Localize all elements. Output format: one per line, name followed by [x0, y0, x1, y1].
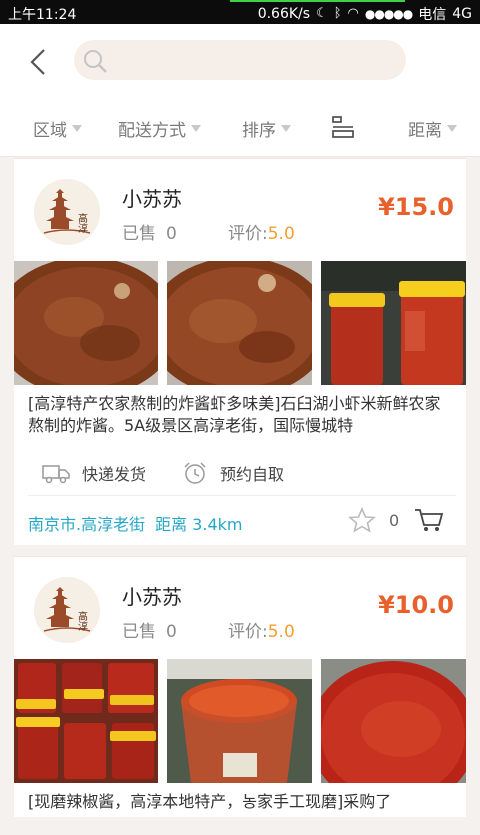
status-time: 上午11:24: [8, 7, 77, 23]
filter-sort-label: 排序: [242, 121, 276, 141]
shrimp-sauce-photo: [14, 261, 158, 385]
delivery-label: 快递发货: [82, 465, 147, 484]
sold-value: 0: [166, 622, 177, 642]
sold-count: 已售 0: [122, 219, 177, 244]
sold-value: 0: [166, 224, 177, 244]
caret-down-icon: [281, 125, 291, 132]
logo-text: 高淳: [76, 610, 88, 631]
rating-label: 评价:: [228, 224, 268, 244]
divider: [28, 495, 456, 496]
network-speed: 0.66K/s: [257, 6, 311, 22]
truck-icon: [42, 465, 70, 484]
product-photo[interactable]: [167, 659, 312, 783]
sold-count: 已售 0: [122, 617, 177, 642]
search-input[interactable]: [118, 46, 392, 76]
rating-label: 评价:: [228, 622, 268, 642]
page-load-progress: [230, 0, 405, 2]
add-to-cart-button[interactable]: [414, 507, 444, 537]
shop-name: 小苏苏: [122, 187, 182, 211]
rating-value: 5.0: [267, 622, 295, 642]
filter-bar: 区域 配送方式 排序 距离: [0, 100, 480, 157]
price: ¥10.0: [378, 591, 454, 619]
pickup-option: 预约自取: [182, 461, 284, 485]
rating: 评价:5.0: [228, 219, 295, 244]
favorite-count: 0: [389, 511, 400, 530]
alarm-clock-icon: [184, 462, 206, 484]
product-description: [高淳特产农家熬制的炸酱虾多味美]石臼湖小虾米新鲜农家熬制的炸酱。5A级景区高淳…: [28, 394, 441, 435]
rating: 评价:5.0: [228, 617, 295, 642]
sold-label: 已售: [122, 224, 156, 244]
list-view-icon: [332, 116, 354, 138]
chili-paste-photo: [321, 659, 466, 783]
product-photo[interactable]: [14, 659, 158, 783]
search-icon: [84, 50, 107, 73]
carrier-name: 电信: [418, 7, 447, 23]
pagoda-logo-icon: 高淳: [35, 578, 99, 642]
product-photo[interactable]: [14, 261, 158, 385]
caret-down-icon: [72, 125, 82, 132]
bluetooth-icon: ᛒ: [333, 6, 342, 21]
shop-name: 小苏苏: [122, 585, 182, 609]
filter-region[interactable]: 区域: [33, 116, 82, 141]
shop-logo: 高淳: [34, 577, 100, 643]
layout-toggle-button[interactable]: [332, 115, 354, 143]
product-photo[interactable]: [321, 659, 466, 783]
price: ¥15.0: [378, 193, 454, 221]
filter-distance-label: 距离: [408, 121, 442, 141]
network-type: 4G: [452, 6, 472, 22]
chili-tub-photo: [167, 659, 312, 783]
pickup-label: 预约自取: [220, 465, 285, 484]
location-info: 南京市.高淳老街 距离 3.4km: [28, 511, 242, 535]
filter-delivery-label: 配送方式: [118, 121, 186, 141]
product-photo[interactable]: [321, 261, 466, 385]
product-description: [现磨辣椒酱，高淳本地特产，농家手工现磨]采购了: [28, 792, 392, 811]
wifi-icon: ◠: [347, 6, 359, 21]
chili-jars-photo: [14, 659, 158, 783]
header: [0, 24, 480, 100]
distance-text: 距离 3.4km: [155, 515, 243, 534]
star-icon: [347, 507, 377, 533]
rating-value: 5.0: [267, 224, 295, 244]
caret-down-icon: [447, 125, 457, 132]
favorite-button[interactable]: [347, 507, 377, 537]
sauce-jars-photo: [321, 261, 466, 385]
delivery-option: 快递发货: [42, 461, 146, 485]
caret-down-icon: [191, 125, 201, 132]
filter-distance[interactable]: 距离: [408, 116, 457, 141]
status-indicators: 0.66K/s ☾ ᛒ ◠ ●●●●● 电信 4G: [258, 4, 472, 24]
status-bar: 上午11:24 0.66K/s ☾ ᛒ ◠ ●●●●● 电信 4G: [0, 0, 480, 24]
chevron-left-icon: [30, 49, 45, 75]
moon-icon: ☾: [316, 6, 328, 21]
listing-card[interactable]: 高淳 小苏苏 已售 0 评价:5.0 ¥15.0 [高淳特产农家熬制的炸酱虾多味…: [14, 158, 466, 545]
back-button[interactable]: [24, 42, 54, 82]
sold-label: 已售: [122, 622, 156, 642]
listing-card[interactable]: 高淳 小苏苏 已售 0 评价:5.0 ¥10.0 [现磨辣椒酱，高淳本地特产，농…: [14, 556, 466, 817]
filter-sort[interactable]: 排序: [242, 116, 291, 141]
pagoda-logo-icon: 高淳: [35, 180, 99, 244]
cart-icon: [415, 509, 444, 531]
signal-strength: ●●●●●: [364, 7, 413, 21]
product-photo[interactable]: [167, 261, 312, 385]
logo-text: 高淳: [76, 212, 88, 233]
filter-delivery[interactable]: 配送方式: [118, 116, 201, 141]
filter-region-label: 区域: [33, 121, 67, 141]
shop-logo: 高淳: [34, 179, 100, 245]
location-text: 南京市.高淳老街: [28, 515, 146, 534]
search-box[interactable]: [74, 40, 406, 80]
shrimp-sauce-photo: [167, 261, 312, 385]
